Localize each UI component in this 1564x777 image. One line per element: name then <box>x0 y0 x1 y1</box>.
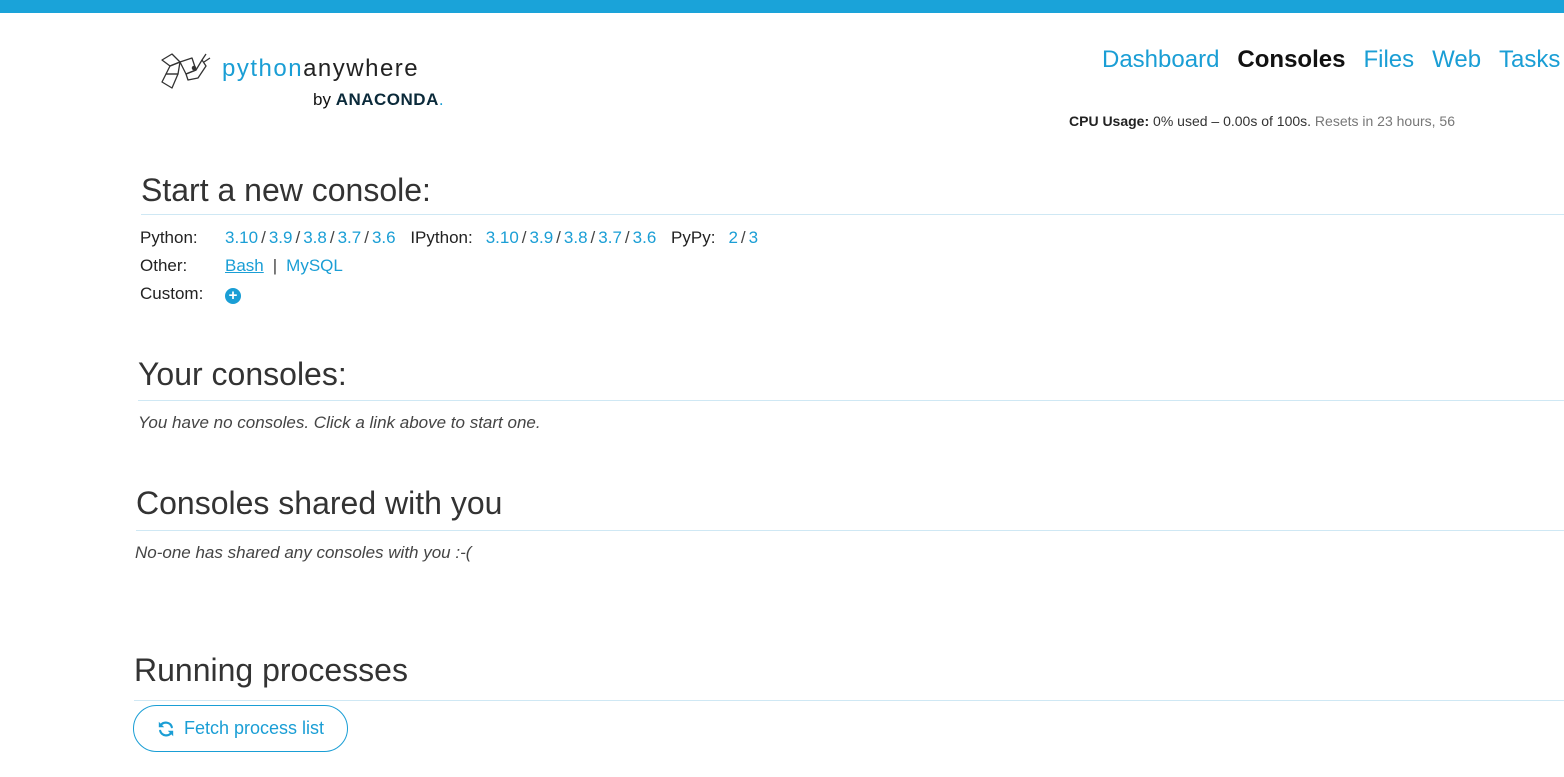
pypy-2-link[interactable]: 2 <box>728 228 737 247</box>
python-3-9-link[interactable]: 3.9 <box>269 228 293 247</box>
logo-by-text: by <box>313 90 331 109</box>
pypy-label: PyPy: <box>671 228 716 247</box>
section-divider <box>138 400 1564 401</box>
no-consoles-message: You have no consoles. Click a link above… <box>138 413 541 432</box>
bash-link[interactable]: Bash <box>225 256 264 275</box>
no-shared-consoles-message: No-one has shared any consoles with you … <box>135 543 472 562</box>
refresh-icon <box>158 721 174 736</box>
python-versions-row: Python: 3.10/3.9/3.8/3.7/3.6 IPython: 3.10… <box>140 228 759 247</box>
logo-anywhere-text: anywhere <box>303 55 420 82</box>
python-label: Python: <box>140 228 198 247</box>
pythonanywhere-logo[interactable]: pythonanywhere by ANACONDA. <box>158 50 478 120</box>
python-3-10-link[interactable]: 3.10 <box>225 228 258 247</box>
fetch-process-list-label: Fetch process list <box>183 718 325 738</box>
start-console-title: Start a new console: <box>141 172 431 208</box>
running-processes-title: Running processes <box>134 652 408 688</box>
add-custom-console-icon[interactable]: + <box>225 288 241 304</box>
logo-dot: . <box>438 90 444 109</box>
pypy-3-link[interactable]: 3 <box>749 228 758 247</box>
shared-consoles-title: Consoles shared with you <box>136 485 503 521</box>
top-bar <box>0 0 1564 13</box>
ipython-label: IPython: <box>410 228 473 247</box>
logo-wordmark: pythonanywhere <box>222 55 419 83</box>
fetch-process-list-button[interactable]: Fetch process list <box>133 705 348 752</box>
ipython-3-6-link[interactable]: 3.6 <box>633 228 657 247</box>
nav-tasks[interactable]: Tasks <box>1499 46 1560 73</box>
section-divider <box>141 214 1564 215</box>
snake-logo-icon <box>161 53 211 89</box>
section-divider <box>134 700 1564 701</box>
mysql-link[interactable]: MySQL <box>286 256 343 275</box>
custom-label: Custom: <box>140 284 204 303</box>
nav-files[interactable]: Files <box>1363 46 1414 73</box>
nav-consoles[interactable]: Consoles <box>1237 46 1345 73</box>
python-3-7-link[interactable]: 3.7 <box>338 228 362 247</box>
logo-byline: by ANACONDA. <box>313 90 444 110</box>
ipython-3-10-link[interactable]: 3.10 <box>486 228 519 247</box>
your-consoles-title: Your consoles: <box>138 356 347 392</box>
ipython-3-8-link[interactable]: 3.8 <box>564 228 588 247</box>
main-nav: Dashboard Consoles Files Web Tasks <box>1102 46 1564 74</box>
other-consoles-row: Other: Bash | MySQL <box>140 256 343 275</box>
python-3-6-link[interactable]: 3.6 <box>372 228 396 247</box>
custom-console-row: Custom: + <box>140 284 241 304</box>
ipython-3-7-link[interactable]: 3.7 <box>598 228 622 247</box>
cpu-usage: CPU Usage: 0% used – 0.00s of 100s. Rese… <box>1069 113 1455 129</box>
ipython-3-9-link[interactable]: 3.9 <box>530 228 554 247</box>
python-3-8-link[interactable]: 3.8 <box>303 228 327 247</box>
logo-python-text: python <box>222 55 304 82</box>
cpu-usage-value: 0% used – 0.00s of 100s. <box>1153 113 1312 129</box>
other-label: Other: <box>140 256 188 275</box>
nav-dashboard[interactable]: Dashboard <box>1102 46 1219 73</box>
cpu-usage-label: CPU Usage: <box>1069 113 1150 129</box>
nav-web[interactable]: Web <box>1432 46 1481 73</box>
cpu-reset-text: Resets in 23 hours, 56 <box>1314 113 1456 129</box>
section-divider <box>136 530 1564 531</box>
logo-anaconda-text: ANACONDA <box>335 90 439 109</box>
